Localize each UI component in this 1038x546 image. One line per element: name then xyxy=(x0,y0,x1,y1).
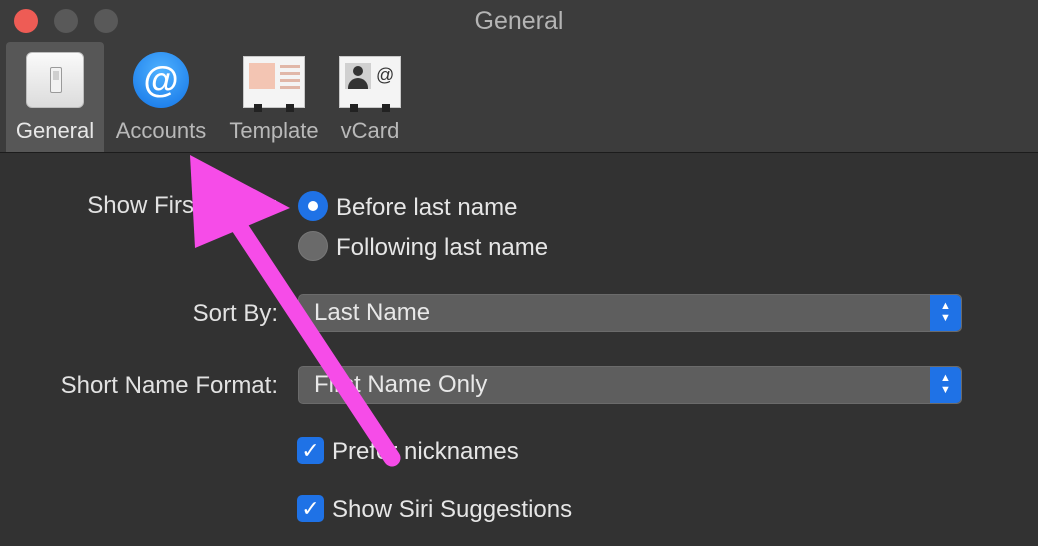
window-title: General xyxy=(474,7,564,35)
tab-accounts-label: Accounts xyxy=(115,118,207,143)
checkmark-icon: ✓ xyxy=(301,496,320,521)
short-name-format-select[interactable]: First Name Only ▲ ▼ xyxy=(298,366,962,404)
prefer-nicknames-checkbox[interactable]: ✓ xyxy=(297,437,324,464)
checkmark-icon: ✓ xyxy=(301,438,320,463)
show-first-name-label: Show First Name: xyxy=(87,192,278,219)
radio-following-last-name[interactable] xyxy=(298,231,328,261)
switch-icon xyxy=(26,52,84,108)
show-siri-suggestions-checkbox[interactable]: ✓ xyxy=(297,495,324,522)
preferences-window: General General @ Accounts Template @ vC… xyxy=(0,0,1038,546)
tab-general[interactable]: General xyxy=(6,42,104,152)
radio-before-last-name[interactable] xyxy=(298,191,328,221)
title-toolbar: General General @ Accounts Template @ vC… xyxy=(0,0,1038,153)
sort-by-label: Sort By: xyxy=(192,300,278,327)
tab-accounts[interactable]: @ Accounts xyxy=(108,42,214,152)
vcard-icon: @ xyxy=(339,56,401,112)
sort-by-select[interactable]: Last Name ▲ ▼ xyxy=(298,294,962,332)
short-name-format-value: First Name Only xyxy=(314,371,488,398)
short-name-format-label: Short Name Format: xyxy=(60,372,278,399)
prefer-nicknames-label: Prefer nicknames xyxy=(332,438,519,465)
tab-vcard[interactable]: @ vCard xyxy=(333,42,407,152)
at-icon-glyph: @ xyxy=(143,59,179,100)
show-siri-suggestions-label: Show Siri Suggestions xyxy=(332,496,573,523)
vcard-at-glyph: @ xyxy=(376,65,395,85)
tab-general-label: General xyxy=(15,118,95,143)
chevron-updown-icon: ▲ ▼ xyxy=(930,367,961,403)
radio-before-last-name-label: Before last name xyxy=(336,194,518,221)
tab-template-label: Template xyxy=(229,118,319,143)
sort-by-value: Last Name xyxy=(314,299,431,326)
tab-template[interactable]: Template xyxy=(224,42,324,152)
chevron-updown-icon: ▲ ▼ xyxy=(930,295,961,331)
radio-following-last-name-label: Following last name xyxy=(336,234,549,261)
at-icon: @ xyxy=(133,52,189,108)
tab-vcard-label: vCard xyxy=(340,118,400,143)
template-card-icon xyxy=(243,56,305,112)
